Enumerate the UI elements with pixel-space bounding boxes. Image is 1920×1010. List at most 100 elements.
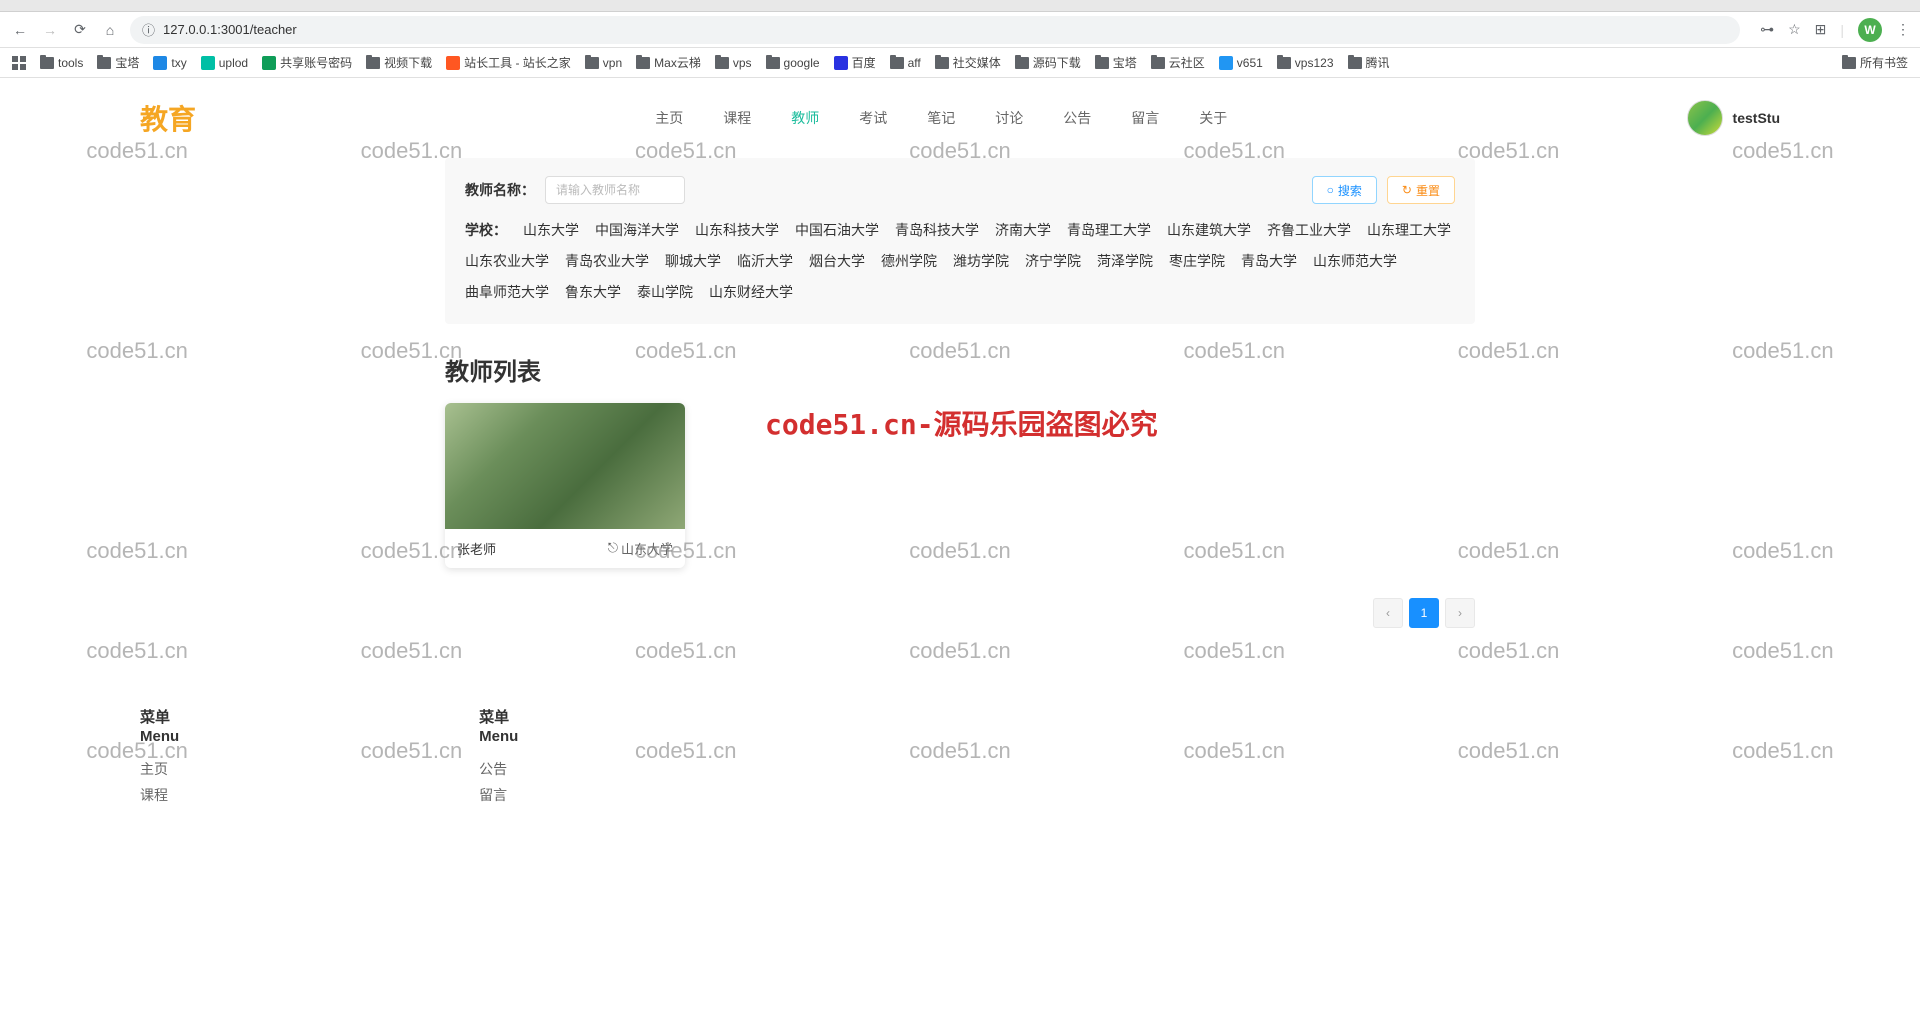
folder-icon	[1348, 57, 1362, 69]
apps-icon[interactable]	[12, 56, 26, 70]
bookmark-item[interactable]: google	[766, 56, 820, 70]
footer-col-2: 菜单 Menu 公告 留言	[479, 708, 518, 811]
school-filter-link[interactable]: 齐鲁工业大学	[1267, 218, 1351, 243]
folder-icon	[1842, 57, 1856, 69]
school-filter-link[interactable]: 烟台大学	[809, 249, 865, 274]
school-filter-link[interactable]: 山东大学	[523, 218, 579, 243]
bookmark-item[interactable]: 百度	[834, 54, 876, 71]
home-button[interactable]: ⌂	[100, 20, 120, 40]
school-filter-link[interactable]: 山东财经大学	[709, 280, 793, 305]
school-filter-link[interactable]: 青岛理工大学	[1067, 218, 1151, 243]
footer-link[interactable]: 主页	[140, 759, 179, 779]
school-filter-link[interactable]: 聊城大学	[665, 249, 721, 274]
bookmark-item[interactable]: 共享账号密码	[262, 54, 352, 71]
folder-icon	[366, 57, 380, 69]
menu-icon[interactable]: ⋮	[1896, 21, 1910, 38]
nav-link[interactable]: 考试	[859, 108, 887, 128]
bookmark-item[interactable]: Max云梯	[636, 54, 701, 71]
school-filter-link[interactable]: 潍坊学院	[953, 249, 1009, 274]
bookmark-item[interactable]: tools	[40, 56, 83, 70]
folder-icon	[97, 57, 111, 69]
bookmark-item[interactable]: 站长工具 - 站长之家	[446, 54, 571, 71]
bookmark-item[interactable]: vps	[715, 56, 752, 70]
footer: 菜单 Menu 主页 课程 菜单 Menu 公告 留言	[0, 688, 1920, 851]
school-filter-link[interactable]: 济宁学院	[1025, 249, 1081, 274]
bookmark-item[interactable]: 社交媒体	[935, 54, 1001, 71]
zhanzhang-icon	[446, 56, 460, 70]
school-filter-link[interactable]: 山东农业大学	[465, 249, 549, 274]
teacher-name-label: 教师名称：	[465, 180, 535, 200]
folder-icon	[1015, 57, 1029, 69]
bookmark-item[interactable]: uplod	[201, 56, 248, 70]
all-bookmarks[interactable]: 所有书签	[1842, 54, 1908, 71]
folder-icon	[636, 57, 650, 69]
pagination: ‹ 1 ›	[445, 598, 1475, 628]
reset-button[interactable]: ↻ 重置	[1387, 176, 1455, 204]
teacher-card[interactable]: 张老师 ⎋ 山东大学	[445, 403, 685, 568]
bookmark-item[interactable]: aff	[890, 56, 921, 70]
search-button[interactable]: ○ 搜索	[1312, 176, 1377, 204]
school-filter-link[interactable]: 山东科技大学	[695, 218, 779, 243]
bookmark-item[interactable]: txy	[153, 56, 186, 70]
bookmark-item[interactable]: vpn	[585, 56, 622, 70]
user-name: testStu	[1733, 110, 1780, 126]
nav-link[interactable]: 笔记	[927, 108, 955, 128]
school-filter-link[interactable]: 临沂大学	[737, 249, 793, 274]
user-avatar	[1687, 100, 1723, 136]
school-filter-link[interactable]: 山东师范大学	[1313, 249, 1397, 274]
footer-link[interactable]: 课程	[140, 785, 179, 805]
footer-link[interactable]: 留言	[479, 785, 518, 805]
user-area[interactable]: testStu	[1687, 100, 1780, 136]
nav-link[interactable]: 公告	[1063, 108, 1091, 128]
school-filter-link[interactable]: 泰山学院	[637, 280, 693, 305]
school-filter-link[interactable]: 德州学院	[881, 249, 937, 274]
school-label: 学校：	[465, 218, 507, 243]
folder-icon	[715, 57, 729, 69]
footer-link[interactable]: 公告	[479, 759, 518, 779]
bookmark-item[interactable]: 腾讯	[1348, 54, 1390, 71]
star-icon[interactable]: ☆	[1788, 21, 1801, 38]
bookmark-item[interactable]: vps123	[1277, 56, 1334, 70]
bookmark-item[interactable]: v651	[1219, 56, 1263, 70]
bookmark-item[interactable]: 视频下载	[366, 54, 432, 71]
filter-panel: 教师名称： ○ 搜索 ↻ 重置 学校： 山东大学中国海洋大学山东科技大学中国石油…	[445, 158, 1475, 324]
profile-avatar[interactable]: W	[1858, 18, 1882, 42]
bookmark-item[interactable]: 云社区	[1151, 54, 1205, 71]
next-page-button[interactable]: ›	[1445, 598, 1475, 628]
back-button[interactable]: ←	[10, 20, 30, 40]
school-filter-link[interactable]: 菏泽学院	[1097, 249, 1153, 274]
watermark-text: code51.cn-源码乐园盗图必究	[765, 403, 1158, 443]
nav-link[interactable]: 教师	[791, 108, 819, 128]
nav-link[interactable]: 留言	[1131, 108, 1159, 128]
school-filter-link[interactable]: 中国石油大学	[795, 218, 879, 243]
school-filter-link[interactable]: 青岛大学	[1241, 249, 1297, 274]
page-number[interactable]: 1	[1409, 598, 1439, 628]
forward-button[interactable]: →	[40, 20, 60, 40]
nav-link[interactable]: 关于	[1199, 108, 1227, 128]
reload-button[interactable]: ⟳	[70, 20, 90, 40]
school-filter-link[interactable]: 鲁东大学	[565, 280, 621, 305]
bookmark-item[interactable]: 宝塔	[97, 54, 139, 71]
school-filter-link[interactable]: 山东建筑大学	[1167, 218, 1251, 243]
nav-link[interactable]: 讨论	[995, 108, 1023, 128]
nav-link[interactable]: 主页	[655, 108, 683, 128]
school-filter-link[interactable]: 枣庄学院	[1169, 249, 1225, 274]
bookmark-item[interactable]: 宝塔	[1095, 54, 1137, 71]
nav-link[interactable]: 课程	[723, 108, 751, 128]
key-icon[interactable]: ⊶	[1760, 21, 1774, 38]
school-filter-link[interactable]: 青岛科技大学	[895, 218, 979, 243]
prev-page-button[interactable]: ‹	[1373, 598, 1403, 628]
logo[interactable]: 教育	[140, 98, 196, 138]
school-filter-link[interactable]: 济南大学	[995, 218, 1051, 243]
extensions-icon[interactable]: ⊞	[1815, 21, 1827, 38]
school-filter-link[interactable]: 中国海洋大学	[595, 218, 679, 243]
school-filter-link[interactable]: 青岛农业大学	[565, 249, 649, 274]
teacher-school: ⎋ 山东大学	[608, 539, 673, 558]
bookmark-item[interactable]: 源码下载	[1015, 54, 1081, 71]
school-filter-link[interactable]: 曲阜师范大学	[465, 280, 549, 305]
school-filter-link[interactable]: 山东理工大学	[1367, 218, 1451, 243]
refresh-icon: ↻	[1402, 183, 1412, 197]
url-bar[interactable]: ⓘ 127.0.0.1:3001/teacher	[130, 16, 1740, 44]
teacher-name-input[interactable]	[545, 176, 685, 204]
site-header: 教育 主页 课程 教师 考试 笔记 讨论 公告 留言 关于 testStu	[0, 78, 1920, 158]
